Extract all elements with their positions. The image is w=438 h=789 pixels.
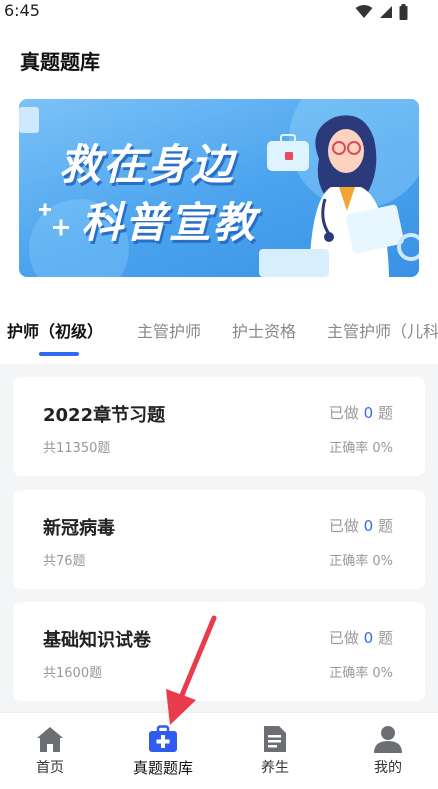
wifi-icon: [355, 5, 373, 18]
question-bank-card[interactable]: 新冠病毒 共76题 已做 0 题 正确率 0%: [13, 490, 425, 589]
user-icon: [374, 726, 402, 753]
card-total: 共76题: [43, 554, 86, 569]
document-icon: [264, 726, 286, 752]
nav-item-home[interactable]: 首页: [5, 725, 95, 777]
nav-label-profile: 我的: [374, 760, 402, 776]
header: 真题题库: [0, 26, 438, 96]
signal-icon: [380, 6, 392, 18]
status-icons: [355, 4, 408, 20]
card-title: 基础知识试卷: [43, 630, 151, 651]
card-accuracy: 正确率 0%: [329, 554, 393, 569]
battery-icon: [399, 4, 408, 20]
banner-headline-2: 科普宣教: [81, 198, 258, 247]
home-icon: [37, 727, 63, 752]
card-done-count: 已做 0 题: [328, 404, 393, 422]
status-bar: 6:45: [0, 0, 438, 26]
promo-banner[interactable]: 救在身边 科普宣教: [19, 99, 419, 277]
nav-item-wellness[interactable]: 养生: [230, 725, 320, 777]
banner-section: 救在身边 科普宣教: [0, 96, 438, 292]
banner-headline-1: 救在身边: [59, 140, 236, 189]
card-title: 2022章节习题: [43, 405, 166, 426]
card-done-count: 已做 0 题: [328, 517, 393, 535]
tab-nurse-junior[interactable]: 护师（初级）: [7, 318, 103, 342]
nav-label-question-bank: 真题题库: [132, 759, 193, 777]
card-accuracy: 正确率 0%: [329, 441, 393, 456]
card-accuracy: 正确率 0%: [329, 666, 393, 681]
card-done-count: 已做 0 题: [328, 629, 393, 647]
card-total: 共11350题: [43, 441, 111, 456]
nav-item-profile[interactable]: 我的: [343, 725, 433, 777]
active-tab-indicator: [39, 352, 79, 356]
bottom-nav: 首页 真题题库 养生 我的: [0, 712, 438, 789]
tab-nurse-qualification[interactable]: 护士资格: [232, 318, 296, 342]
tab-supervisor-nurse-pediatrics[interactable]: 主管护师（儿科: [327, 318, 438, 342]
card-total: 共1600题: [43, 666, 103, 681]
card-title: 新冠病毒: [43, 518, 115, 539]
nav-item-question-bank[interactable]: 真题题库: [118, 725, 208, 778]
nav-label-home: 首页: [36, 760, 64, 776]
page-title: 真题题库: [20, 50, 100, 74]
nav-label-wellness: 养生: [261, 760, 289, 776]
category-tabs: 护师（初级） 主管护师 护士资格 主管护师（儿科: [0, 292, 438, 364]
status-time: 6:45: [4, 1, 40, 20]
tab-supervisor-nurse[interactable]: 主管护师: [137, 318, 201, 342]
question-bank-card[interactable]: 2022章节习题 共11350题 已做 0 题 正确率 0%: [13, 377, 425, 476]
question-bank-card[interactable]: 基础知识试卷 共1600题 已做 0 题 正确率 0%: [13, 602, 425, 701]
medical-kit-icon: [149, 725, 177, 752]
